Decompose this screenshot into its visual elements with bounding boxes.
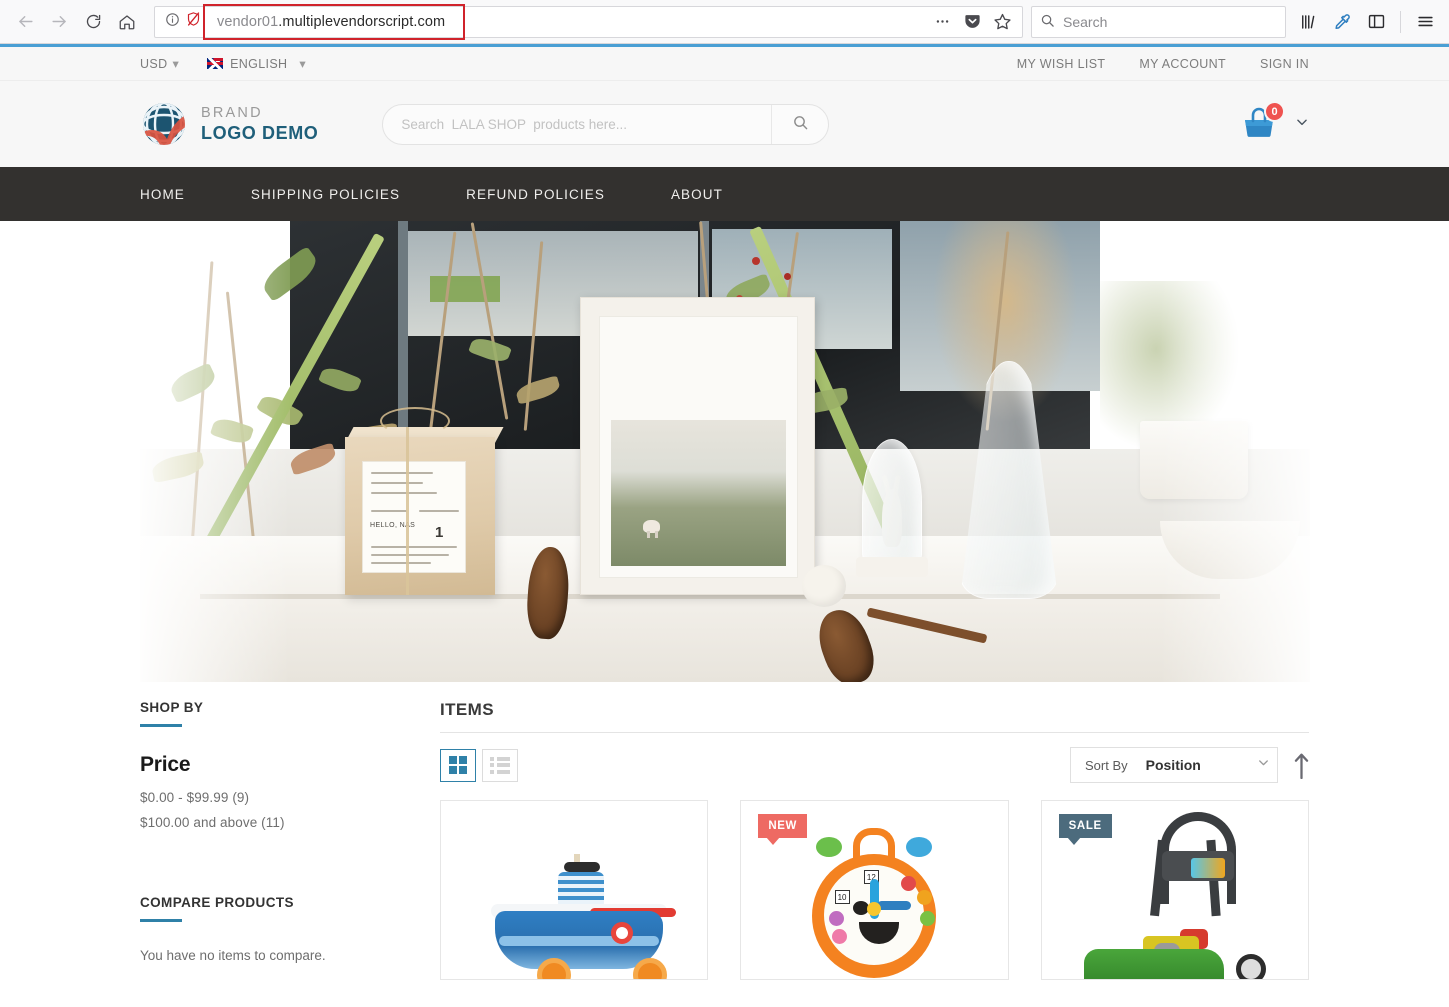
framed-photo (580, 297, 815, 595)
product-image-blue-toy-ride-on-boat (441, 801, 707, 979)
price-filter-title: Price (140, 753, 191, 776)
toolbar-divider (1400, 10, 1401, 33)
product-toolbar: Sort By Position Product Name Price (440, 733, 1309, 800)
url-subdomain: vendor01 (217, 13, 279, 30)
home-button[interactable] (110, 5, 144, 39)
items-heading: ITEMS (440, 700, 494, 719)
list-view-button[interactable] (482, 748, 518, 782)
language-label: ENGLISH (230, 56, 288, 71)
page-content: SHOP BY Price $0.00 - $99.99 (9) $100.00… (0, 682, 1449, 980)
list-view-icon (490, 757, 510, 774)
eyedropper-icon[interactable] (1326, 5, 1358, 39)
currency-switcher[interactable]: USD ▾ (140, 56, 179, 71)
sidebar: SHOP BY Price $0.00 - $99.99 (9) $100.00… (140, 682, 440, 980)
library-icon[interactable] (1292, 5, 1324, 39)
compare-products-underline (140, 919, 182, 922)
sidebar-icon[interactable] (1360, 5, 1392, 39)
top-utility-bar: USD ▾ ENGLISH ▾ MY WISH LIST MY ACCOUNT S… (0, 47, 1449, 81)
sort-by-label: Sort By (1085, 757, 1128, 773)
url-text: vendor01.multiplevendorscript.com (209, 14, 445, 30)
nav-item-refund-policies[interactable]: REFUND POLICIES (466, 187, 637, 202)
url-domain: .multiplevendorscript.com (278, 13, 446, 30)
product-card[interactable]: SALE (1040, 800, 1309, 980)
sign-in-link[interactable]: SIGN IN (1260, 57, 1309, 71)
my-account-link[interactable]: MY ACCOUNT (1139, 57, 1226, 71)
cart-count-badge: 0 (1264, 101, 1285, 122)
shop-by-underline (140, 724, 182, 727)
shop-by-title: SHOP BY (140, 700, 204, 715)
arrow-up-icon (1294, 753, 1309, 779)
site-search-input[interactable] (383, 104, 772, 144)
nav-item-home[interactable]: HOME (140, 187, 217, 202)
reload-icon (85, 13, 102, 30)
glass-cloche (862, 439, 922, 567)
bookmark-star-icon[interactable] (988, 8, 1016, 36)
product-card[interactable] (440, 800, 709, 980)
chevron-down-icon: ▾ (299, 57, 307, 71)
main-navigation: HOME SHIPPING POLICIES REFUND POLICIES A… (0, 167, 1449, 221)
magnifier-icon (792, 114, 809, 134)
grid-view-button[interactable] (440, 748, 476, 782)
back-arrow-icon (16, 12, 35, 31)
search-icon (1040, 13, 1055, 31)
badge-label: SALE (1068, 820, 1102, 832)
pocket-icon[interactable] (958, 8, 986, 36)
currency-label: USD (140, 57, 168, 71)
hero-banner[interactable]: HELLO, NAS 1 (0, 221, 1449, 682)
shield-slash-icon[interactable] (186, 11, 201, 32)
hero-image: HELLO, NAS 1 (140, 221, 1310, 682)
sort-direction-button[interactable] (1294, 752, 1309, 779)
page-actions-button[interactable] (928, 8, 956, 36)
view-mode-switcher (440, 748, 518, 782)
mini-cart[interactable]: 0 (1239, 101, 1309, 144)
compare-empty-message: You have no items to compare. (140, 948, 326, 963)
browser-search-placeholder: Search (1063, 13, 1108, 30)
site-header: BRAND LOGO DEMO 0 (0, 81, 1449, 167)
cart-icon-wrapper[interactable]: 0 (1239, 101, 1285, 144)
uk-flag-icon (207, 58, 224, 69)
back-button[interactable] (8, 5, 42, 39)
price-filter-option-1[interactable]: $100.00 and above (11) (140, 815, 440, 830)
cotton-boll (802, 565, 846, 607)
price-filter-option-0[interactable]: $0.00 - $99.99 (9) (140, 790, 440, 805)
nav-item-shipping-policies[interactable]: SHIPPING POLICIES (251, 187, 432, 202)
brand-bottom-text: LOGO DEMO (201, 122, 319, 143)
compare-products-title: COMPARE PRODUCTS (140, 895, 294, 910)
brand-top-text: BRAND (201, 105, 263, 122)
forward-button[interactable] (42, 5, 76, 39)
badge-label: NEW (768, 820, 797, 832)
reload-button[interactable] (76, 5, 110, 39)
info-icon (165, 12, 180, 32)
url-bar[interactable]: vendor01.multiplevendorscript.com (154, 3, 1023, 40)
chevron-down-icon[interactable] (1295, 115, 1309, 134)
sort-by-control[interactable]: Sort By Position Product Name Price (1070, 747, 1280, 783)
product-list-column: ITEMS Sort By Position Product Name Pric… (440, 682, 1309, 980)
browser-toolbar: vendor01.multiplevendorscript.com Search (0, 0, 1449, 44)
forward-arrow-icon (50, 12, 69, 31)
shopping-bag-icon (1239, 107, 1279, 148)
product-badge-sale: SALE (1058, 814, 1112, 845)
browser-search-bar[interactable]: Search (1031, 5, 1286, 38)
nav-item-about[interactable]: ABOUT (671, 187, 755, 202)
identity-box[interactable] (161, 11, 209, 32)
grid-view-icon (449, 756, 467, 774)
site-search-button[interactable] (771, 104, 828, 144)
home-icon (118, 13, 136, 31)
sort-by-select[interactable]: Position Product Name Price (1145, 757, 1280, 773)
site-search-box[interactable] (382, 103, 830, 145)
globe-logo-icon (140, 100, 188, 148)
language-switcher[interactable]: ENGLISH ▾ (207, 56, 306, 71)
site-logo[interactable]: BRAND LOGO DEMO (140, 100, 318, 148)
product-card[interactable]: NEW 12 10 (740, 800, 1009, 980)
product-badge-new: NEW (758, 814, 807, 845)
my-wish-list-link[interactable]: MY WISH LIST (1017, 57, 1106, 71)
hamburger-menu-icon[interactable] (1409, 5, 1441, 39)
chevron-down-icon: ▾ (172, 57, 180, 71)
product-grid: NEW 12 10 SALE (440, 800, 1309, 980)
